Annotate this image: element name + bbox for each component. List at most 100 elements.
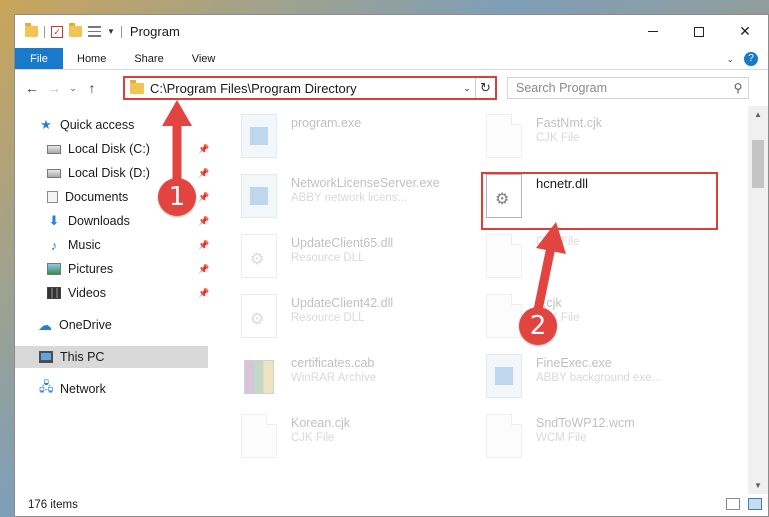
view-toggle [726, 498, 762, 510]
sidebar-item-quick-access[interactable]: ★ Quick access [39, 114, 134, 136]
file-name: program.exe [291, 116, 362, 130]
star-icon: ★ [40, 117, 52, 132]
sidebar-item-label: Pictures [68, 262, 114, 276]
file-item[interactable]: certificates.cab WinRAR Archive [241, 354, 486, 410]
back-button[interactable]: ← [21, 80, 43, 96]
address-path[interactable]: C:\Program Files\Program Directory [150, 81, 459, 96]
tab-file[interactable]: File [15, 48, 63, 69]
file-name: UpdateClient42.dll [291, 296, 394, 310]
document-icon [486, 114, 522, 158]
scroll-down-icon[interactable]: ▼ [748, 477, 768, 494]
document-icon [486, 414, 522, 458]
navigation-bar: ← → ⌄ ↑ C:\Program Files\Program Directo… [15, 70, 768, 106]
folder-icon [130, 79, 144, 94]
address-bar[interactable]: C:\Program Files\Program Directory ⌄ ↻ [123, 76, 497, 100]
file-highlight-box [481, 172, 718, 230]
sidebar-item-network[interactable]: 🖧 Network [39, 378, 106, 400]
file-name: UpdateClient65.dll [291, 236, 394, 250]
disk-icon [47, 144, 61, 154]
pin-icon: 📌 [198, 215, 210, 226]
new-folder-icon[interactable] [69, 23, 82, 37]
ribbon-controls: ⌄ ? [726, 52, 758, 66]
tab-share[interactable]: Share [120, 48, 177, 69]
minimize-button[interactable] [630, 15, 676, 48]
minimize-icon [648, 31, 658, 32]
tab-view[interactable]: View [178, 48, 230, 69]
item-count: 176 items [28, 499, 78, 511]
file-type: Resource DLL [291, 252, 365, 264]
disk-icon [47, 168, 61, 178]
tab-home[interactable]: Home [63, 48, 120, 69]
title-bar: ✓ ▼ Program ✕ [15, 15, 768, 48]
sidebar-item-local-disk-c[interactable]: Local Disk (C:) 📌 [47, 138, 211, 160]
folder-icon[interactable] [25, 23, 38, 37]
sidebar-item-label: Local Disk (C:) [68, 142, 150, 156]
list-icon[interactable] [88, 26, 101, 37]
help-icon[interactable]: ? [744, 52, 758, 66]
recent-locations-icon[interactable]: ⌄ [65, 83, 81, 94]
sidebar-item-label: Music [68, 238, 101, 252]
sidebar-item-this-pc[interactable]: This PC [15, 346, 208, 368]
file-type: CJK File [536, 236, 580, 248]
file-type: WCM File [536, 432, 587, 444]
expand-ribbon-icon[interactable]: ⌄ [726, 54, 734, 65]
search-box[interactable]: Search Program ⚲ [507, 77, 749, 99]
close-button[interactable]: ✕ [722, 15, 768, 48]
gear-document-icon: ⚙ [241, 234, 277, 278]
up-button[interactable]: ↑ [81, 80, 103, 96]
sidebar-item-label: OneDrive [59, 318, 112, 332]
file-type: Resource DLL [291, 312, 365, 324]
file-item[interactable]: CJK File [486, 234, 731, 290]
cloud-icon: ☁ [38, 316, 52, 333]
file-item[interactable]: ⚙ UpdateClient65.dll Resource DLL [241, 234, 486, 290]
sidebar-item-label: Videos [68, 286, 106, 300]
sidebar-item-onedrive[interactable]: ☁ OneDrive [37, 314, 112, 336]
file-item[interactable]: SndToWP12.wcm WCM File [486, 414, 731, 470]
sidebar-item-music[interactable]: ♪ Music 📌 [47, 234, 211, 256]
sidebar-item-label: Downloads [68, 214, 130, 228]
details-view-icon[interactable] [726, 498, 740, 510]
music-icon: ♪ [50, 237, 58, 253]
sidebar-item-pictures[interactable]: Pictures 📌 [47, 258, 211, 280]
scroll-up-icon[interactable]: ▲ [748, 106, 768, 123]
customize-dropdown-icon[interactable]: ▼ [107, 27, 115, 36]
file-item[interactable]: FineExec.exe ABBY background exe... [486, 354, 731, 410]
exe-icon [486, 354, 522, 398]
file-type: ABBY network licens... [291, 192, 408, 204]
sidebar-item-videos[interactable]: Videos 📌 [47, 282, 211, 304]
window-title: Program [129, 24, 180, 39]
search-icon[interactable]: ⚲ [728, 81, 748, 95]
file-item[interactable]: ⚙ UpdateClient42.dll Resource DLL [241, 294, 486, 350]
pin-icon: 📌 [198, 287, 210, 298]
tiles-view-icon[interactable] [748, 498, 762, 510]
forward-button[interactable]: → [43, 80, 65, 96]
maximize-button[interactable] [676, 15, 722, 48]
file-item[interactable]: NetworkLicenseServer.exe ABBY network li… [241, 174, 486, 230]
file-name: certificates.cab [291, 356, 375, 370]
scroll-thumb[interactable] [752, 140, 764, 188]
file-item[interactable]: FastNmt.cjk CJK File [486, 114, 731, 170]
address-dropdown-icon[interactable]: ⌄ [459, 83, 475, 94]
computer-icon [39, 351, 53, 363]
file-type: CJK File [291, 432, 335, 444]
refresh-icon[interactable]: ↻ [475, 78, 495, 98]
exe-icon [241, 174, 277, 218]
search-input[interactable]: Search Program [516, 81, 728, 95]
file-item[interactable]: program.exe [241, 114, 486, 170]
step-1-badge: 1 [158, 178, 196, 216]
file-item[interactable]: Korean.cjk CJK File [241, 414, 486, 470]
pin-icon: 📌 [198, 167, 210, 178]
window-controls: ✕ [630, 15, 768, 48]
file-name: FineExec.exe [536, 356, 612, 370]
pin-icon: 📌 [198, 143, 210, 154]
download-icon: ⬇ [48, 213, 60, 228]
file-name: SndToWP12.wcm [536, 416, 635, 430]
gear-document-icon: ⚙ [241, 294, 277, 338]
properties-icon[interactable]: ✓ [51, 25, 63, 38]
file-name: Korean.cjk [291, 416, 351, 430]
vertical-scrollbar[interactable]: ▲ ▼ [748, 106, 768, 494]
sidebar-item-label: Quick access [60, 118, 135, 132]
sidebar-item-label: Local Disk (D:) [68, 166, 150, 180]
toolbar-divider [120, 25, 122, 38]
network-icon: 🖧 [39, 379, 54, 394]
